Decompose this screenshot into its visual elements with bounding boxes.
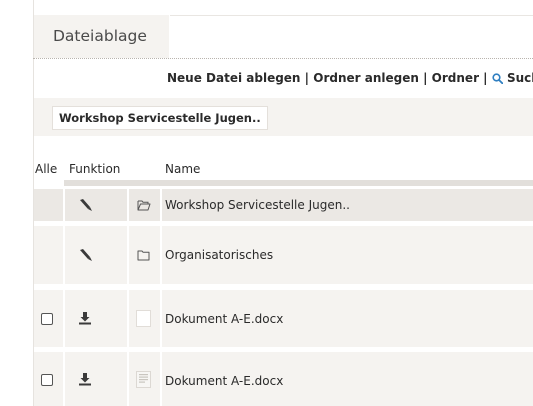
folder-link[interactable]: Ordner bbox=[432, 71, 479, 85]
row-checkbox[interactable] bbox=[41, 313, 53, 325]
separator: | bbox=[423, 71, 428, 85]
action-links: Neue Datei ablegen | Ordner anlegen | Or… bbox=[167, 69, 533, 87]
breadcrumb-item[interactable]: Workshop Servicestelle Jugen.. bbox=[52, 106, 268, 130]
separator: | bbox=[483, 71, 488, 85]
pencil-icon[interactable] bbox=[78, 247, 94, 263]
row-name[interactable]: Dokument A-E.docx bbox=[165, 312, 283, 326]
download-icon[interactable] bbox=[78, 311, 92, 325]
document-icon bbox=[136, 310, 151, 327]
function-cell bbox=[65, 189, 127, 221]
column-header-function: Funktion bbox=[69, 162, 121, 176]
new-folder-link[interactable]: Ordner anlegen bbox=[313, 71, 419, 85]
dotted-divider bbox=[33, 58, 533, 59]
folder-open-icon bbox=[137, 200, 151, 211]
function-cell bbox=[65, 226, 127, 284]
search-link[interactable]: Suche bbox=[492, 71, 533, 85]
tab-strip-border bbox=[170, 15, 533, 16]
column-header-all[interactable]: Alle bbox=[35, 162, 57, 176]
column-header-name[interactable]: Name bbox=[165, 162, 200, 176]
pencil-icon[interactable] bbox=[78, 197, 94, 213]
download-icon[interactable] bbox=[78, 372, 92, 386]
header-rule bbox=[64, 180, 533, 186]
select-cell bbox=[34, 189, 63, 221]
function-cell bbox=[65, 290, 127, 347]
function-cell bbox=[65, 352, 127, 406]
folder-icon bbox=[137, 250, 150, 261]
new-file-link[interactable]: Neue Datei ablegen bbox=[167, 71, 300, 85]
row-name[interactable]: Workshop Servicestelle Jugen.. bbox=[165, 198, 350, 212]
tab-dateiablage[interactable]: Dateiablage bbox=[34, 15, 169, 58]
search-icon bbox=[492, 73, 503, 85]
word-document-icon bbox=[136, 371, 151, 388]
row-name[interactable]: Organisatorisches bbox=[165, 248, 273, 262]
search-label: Suche bbox=[506, 71, 533, 85]
separator: | bbox=[304, 71, 310, 85]
row-checkbox[interactable] bbox=[41, 374, 53, 386]
select-cell bbox=[34, 226, 63, 284]
row-name[interactable]: Dokument A-E.docx bbox=[165, 374, 283, 388]
